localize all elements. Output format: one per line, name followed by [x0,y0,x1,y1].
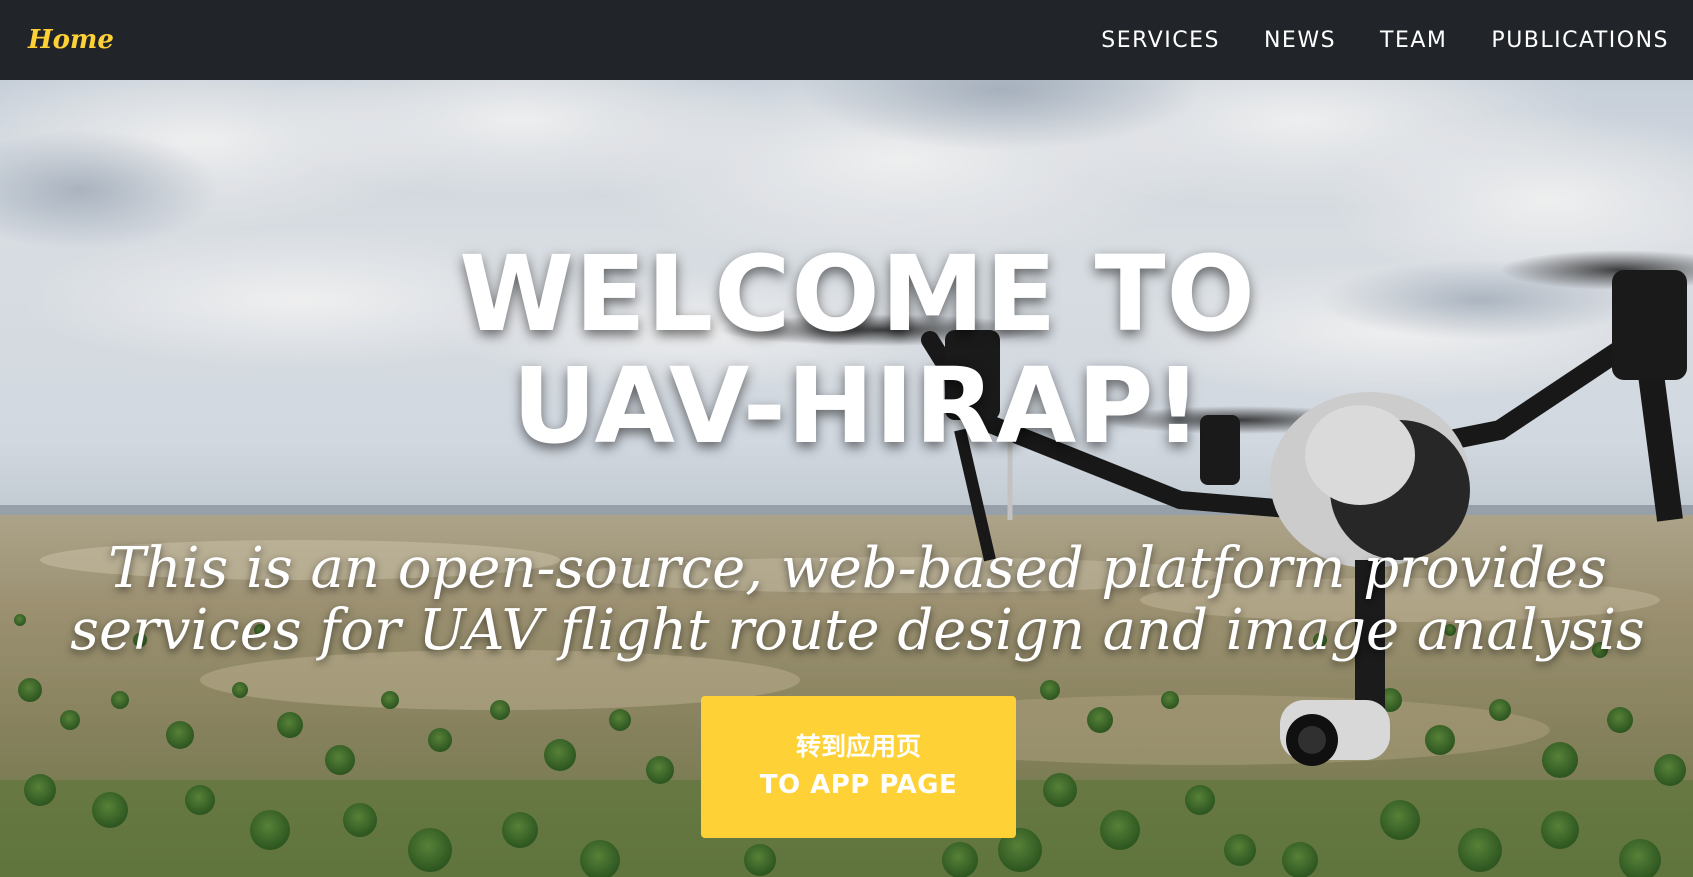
hero-title-line1: WELCOME TO [459,233,1256,355]
to-app-page-button[interactable]: 转到应用页 TO APP PAGE [701,696,1016,838]
nav-link-services[interactable]: SERVICES [1079,28,1242,53]
cta-label-chinese: 转到应用页 [795,732,921,761]
hero-title-line2: UAV-HIRAP! [512,345,1203,467]
hero-subtitle: This is an open-source, web-based platfo… [0,538,1693,662]
hero-subtitle-line1: This is an open-source, web-based platfo… [108,536,1607,601]
home-brand-link[interactable]: Home [28,20,114,60]
cta-label-english: TO APP PAGE [759,770,958,800]
nav-link-team[interactable]: TEAM [1358,28,1469,53]
top-navbar: Home SERVICES NEWS TEAM PUBLICATIONS [0,0,1693,80]
nav-link-publications[interactable]: PUBLICATIONS [1469,28,1669,53]
nav-link-news[interactable]: NEWS [1242,28,1358,53]
hero-title: WELCOME TO UAV-HIRAP! [0,238,1693,462]
nav-links: SERVICES NEWS TEAM PUBLICATIONS [1079,0,1669,80]
landing-page: Home SERVICES NEWS TEAM PUBLICATIONS WEL… [0,0,1693,877]
hero-subtitle-line2: services for UAV flight route design and… [70,598,1645,663]
